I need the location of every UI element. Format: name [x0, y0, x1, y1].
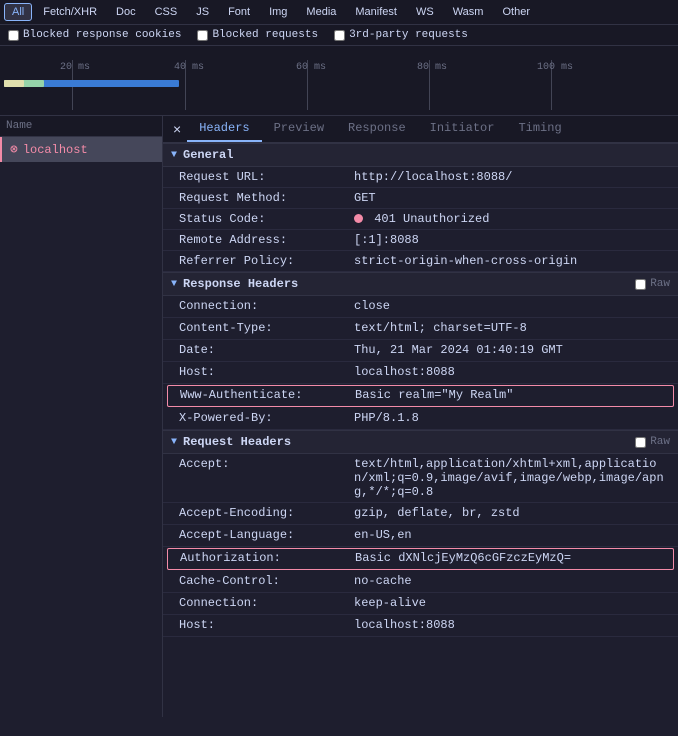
timeline-bars: 20 ms 40 ms 60 ms 80 ms 100 ms [2, 60, 678, 110]
general-row-method: Request Method: GET [163, 188, 678, 209]
resp-row-date: Date: Thu, 21 Mar 2024 01:40:19 GMT [163, 340, 678, 362]
tab-headers[interactable]: Headers [187, 116, 261, 142]
req-row-connection: Connection: keep-alive [163, 593, 678, 615]
resp-row-host: Host: localhost:8088 [163, 362, 678, 384]
filter-btn-js[interactable]: JS [188, 3, 217, 21]
general-row-status: Status Code: 401 Unauthorized [163, 209, 678, 230]
request-headers-title: Request Headers [183, 435, 291, 449]
resp-row-x-powered-by: X-Powered-By: PHP/8.1.8 [163, 408, 678, 430]
ruler-40ms: 40 ms [174, 62, 204, 73]
blocked-cookies-checkbox[interactable]: Blocked response cookies [8, 29, 181, 41]
filter-btn-fetch-xhr[interactable]: Fetch/XHR [35, 3, 105, 21]
filter-btn-all[interactable]: All [4, 3, 32, 21]
filter-btn-media[interactable]: Media [298, 3, 344, 21]
filter-btn-wasm[interactable]: Wasm [445, 3, 492, 21]
filter-btn-css[interactable]: CSS [147, 3, 186, 21]
third-party-checkbox[interactable]: 3rd-party requests [334, 29, 468, 41]
filter-btn-img[interactable]: Img [261, 3, 295, 21]
resp-row-www-authenticate: Www-Authenticate: Basic realm="My Realm" [167, 385, 674, 407]
req-row-cache-control: Cache-Control: no-cache [163, 571, 678, 593]
general-triangle: ▼ [171, 150, 177, 161]
request-raw-checkbox[interactable]: Raw [635, 436, 670, 448]
tab-initiator[interactable]: Initiator [418, 116, 507, 142]
ruler-80ms: 80 ms [417, 62, 447, 73]
response-header-rows: Connection: close Content-Type: text/htm… [163, 296, 678, 430]
blocked-requests-label: Blocked requests [212, 29, 318, 41]
response-headers-section-header[interactable]: ▼ Response Headers Raw [163, 272, 678, 296]
req-row-authorization: Authorization: Basic dXNlcjEyMzQ6cGFzczE… [167, 548, 674, 570]
blocked-requests-checkbox[interactable]: Blocked requests [197, 29, 318, 41]
general-section-header[interactable]: ▼ General [163, 143, 678, 167]
vline-3 [307, 60, 308, 110]
req-row-host: Host: localhost:8088 [163, 615, 678, 637]
response-headers-triangle: ▼ [171, 279, 177, 290]
tabs-bar: × Headers Preview Response Initiator Tim… [163, 116, 678, 143]
vline-5 [551, 60, 552, 110]
response-raw-checkbox[interactable]: Raw [635, 278, 670, 290]
content-area[interactable]: ▼ General Request URL: http://localhost:… [163, 143, 678, 717]
blocked-cookies-label: Blocked response cookies [23, 29, 181, 41]
request-header-rows: Accept: text/html,application/xhtml+xml,… [163, 454, 678, 637]
request-headers-triangle: ▼ [171, 437, 177, 448]
vline-2 [185, 60, 186, 110]
timeline-bar-yellow [4, 80, 24, 87]
filter-btn-doc[interactable]: Doc [108, 3, 144, 21]
response-headers-title: Response Headers [183, 277, 298, 291]
req-row-accept-language: Accept-Language: en-US,en [163, 525, 678, 547]
general-row-url: Request URL: http://localhost:8088/ [163, 167, 678, 188]
timeline: 20 ms 40 ms 60 ms 80 ms 100 ms [0, 46, 678, 116]
general-row-remote: Remote Address: [:1]:8088 [163, 230, 678, 251]
resp-row-connection: Connection: close [163, 296, 678, 318]
tab-response[interactable]: Response [336, 116, 418, 142]
general-title: General [183, 148, 233, 162]
main-area: Name ⊗ localhost × Headers Preview Respo… [0, 116, 678, 717]
status-dot [354, 214, 363, 223]
error-icon: ⊗ [10, 142, 18, 157]
filter-btn-ws[interactable]: WS [408, 3, 442, 21]
req-row-accept-encoding: Accept-Encoding: gzip, deflate, br, zstd [163, 503, 678, 525]
ruler-20ms: 20 ms [60, 62, 90, 73]
ruler-100ms: 100 ms [537, 62, 573, 73]
filter-btn-font[interactable]: Font [220, 3, 258, 21]
ruler-60ms: 60 ms [296, 62, 326, 73]
third-party-label: 3rd-party requests [349, 29, 468, 41]
left-panel-header: Name [0, 116, 162, 137]
tab-preview[interactable]: Preview [262, 116, 336, 142]
right-panel: × Headers Preview Response Initiator Tim… [163, 116, 678, 717]
tab-timing[interactable]: Timing [506, 116, 573, 142]
general-rows: Request URL: http://localhost:8088/ Requ… [163, 167, 678, 272]
filter-bar: AllFetch/XHRDocCSSJSFontImgMediaManifest… [0, 0, 678, 25]
resp-row-content-type: Content-Type: text/html; charset=UTF-8 [163, 318, 678, 340]
checkbox-bar: Blocked response cookies Blocked request… [0, 25, 678, 46]
request-headers-section-header[interactable]: ▼ Request Headers Raw [163, 430, 678, 454]
vline-4 [429, 60, 430, 110]
req-row-accept: Accept: text/html,application/xhtml+xml,… [163, 454, 678, 503]
close-button[interactable]: × [167, 117, 187, 141]
general-row-referrer: Referrer Policy: strict-origin-when-cros… [163, 251, 678, 272]
filter-btn-other[interactable]: Other [494, 3, 538, 21]
network-item-localhost[interactable]: ⊗ localhost [0, 137, 162, 162]
left-panel: Name ⊗ localhost [0, 116, 163, 717]
filter-btn-manifest[interactable]: Manifest [347, 3, 405, 21]
